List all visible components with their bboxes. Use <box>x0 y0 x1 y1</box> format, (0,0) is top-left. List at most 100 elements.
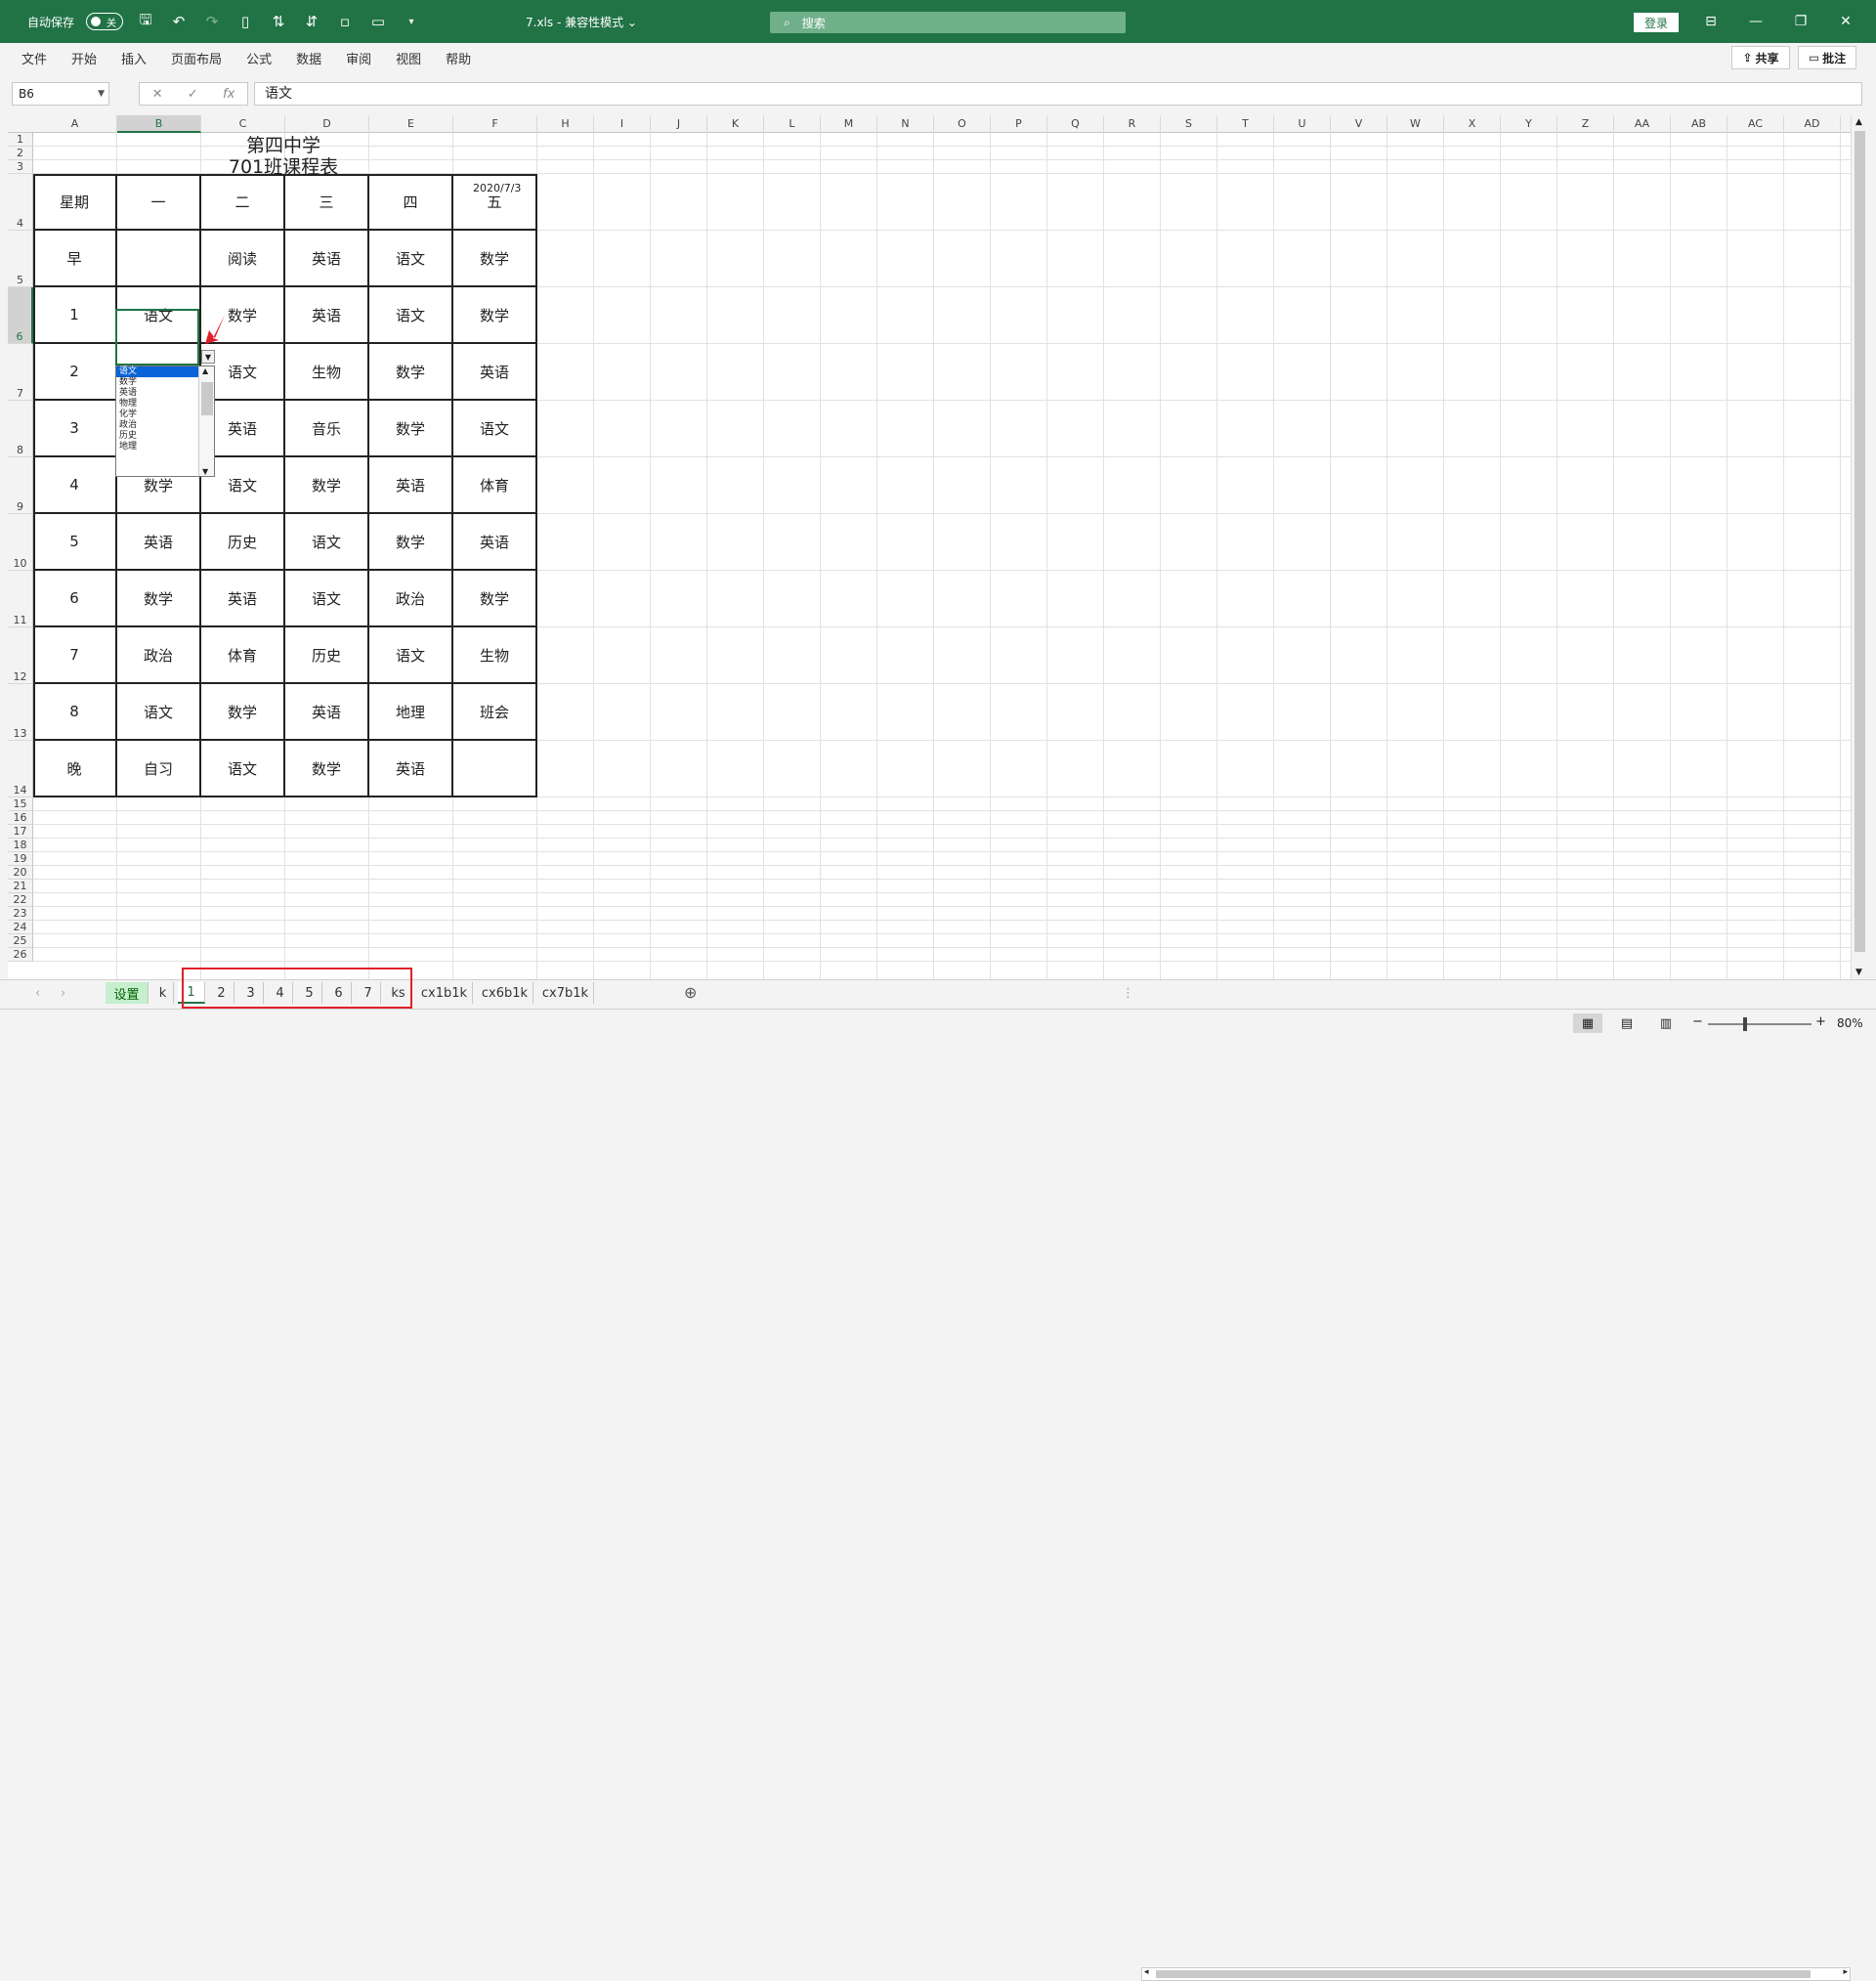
row-header[interactable]: 14 <box>8 741 33 797</box>
row-header[interactable]: 10 <box>8 514 33 571</box>
menu-review[interactable]: 审阅 <box>346 49 371 67</box>
column-header[interactable]: AB <box>1671 115 1727 133</box>
zoom-slider[interactable] <box>1708 1023 1812 1025</box>
row-header[interactable]: 24 <box>8 921 33 934</box>
row-header[interactable]: 17 <box>8 825 33 839</box>
column-header[interactable]: L <box>764 115 821 133</box>
timetable-cell[interactable]: 语文 <box>369 287 453 344</box>
ribbon-display-icon[interactable]: ⊟ <box>1688 0 1733 43</box>
row-header[interactable]: 18 <box>8 839 33 852</box>
next-sheet-icon[interactable]: › <box>61 986 65 1001</box>
restore-icon[interactable]: ❐ <box>1778 0 1823 43</box>
timetable-cell[interactable]: 体育 <box>453 457 537 514</box>
timetable-cell[interactable]: 班会 <box>453 684 537 741</box>
timetable-cell[interactable]: 数学 <box>369 401 453 457</box>
timetable-header-cell[interactable]: 一 <box>117 174 201 231</box>
column-header[interactable]: T <box>1217 115 1274 133</box>
timetable-cell[interactable]: 英语 <box>285 287 369 344</box>
row-header[interactable]: 1 <box>8 133 33 147</box>
timetable-cell[interactable]: 语文 <box>117 684 201 741</box>
sheet-tab[interactable]: 设置 <box>106 982 149 1004</box>
horizontal-scroll-thumb[interactable] <box>1156 1970 1811 1978</box>
row-header[interactable]: 7 <box>8 344 33 401</box>
row-header[interactable]: 22 <box>8 893 33 907</box>
timetable-cell[interactable]: 5 <box>33 514 117 571</box>
timetable-cell[interactable] <box>453 741 537 797</box>
timetable-header-cell[interactable]: 二 <box>201 174 285 231</box>
scroll-thumb[interactable] <box>201 382 213 415</box>
row-header[interactable]: 23 <box>8 907 33 921</box>
timetable-cell[interactable]: 数学 <box>453 287 537 344</box>
cancel-icon[interactable]: ✕ <box>152 87 163 102</box>
print-preview-icon[interactable]: ▯ <box>234 11 256 32</box>
sheet-tab[interactable]: cx6b1k <box>477 982 533 1004</box>
timetable-header-cell[interactable]: 五 <box>453 174 537 231</box>
menu-view[interactable]: 视图 <box>396 49 421 67</box>
timetable-cell[interactable]: 语文 <box>285 514 369 571</box>
timetable-cell[interactable]: 语文 <box>369 627 453 684</box>
column-header[interactable]: O <box>934 115 991 133</box>
timetable-cell[interactable]: 数学 <box>369 514 453 571</box>
row-header[interactable]: 26 <box>8 948 33 962</box>
timetable-cell[interactable]: 2 <box>33 344 117 401</box>
column-header[interactable]: X <box>1444 115 1501 133</box>
timetable-cell[interactable]: 音乐 <box>285 401 369 457</box>
row-header[interactable]: 5 <box>8 231 33 287</box>
scroll-up-icon[interactable]: ▲ <box>1855 117 1862 127</box>
sort-descending-icon[interactable]: ⇵ <box>301 11 322 32</box>
scroll-down-icon[interactable]: ▼ <box>1855 968 1862 977</box>
timetable-cell[interactable]: 英语 <box>201 571 285 627</box>
page-break-view-icon[interactable]: ▥ <box>1651 1013 1681 1033</box>
vertical-scrollbar[interactable]: ▲ ▼ <box>1851 115 1868 979</box>
timetable-cell[interactable]: 英语 <box>369 741 453 797</box>
zoom-out-icon[interactable]: − <box>1692 1014 1703 1029</box>
timetable-cell[interactable]: 英语 <box>117 514 201 571</box>
name-box[interactable]: B6 ▼ <box>12 82 109 106</box>
timetable-cell[interactable]: 数学 <box>201 684 285 741</box>
sheet-tab[interactable]: cx7b1k <box>537 982 594 1004</box>
menu-insert[interactable]: 插入 <box>121 49 147 67</box>
timetable-cell[interactable]: 语文 <box>453 401 537 457</box>
timetable-cell[interactable]: 语文 <box>201 741 285 797</box>
normal-view-icon[interactable]: ▦ <box>1573 1013 1602 1033</box>
menu-home[interactable]: 开始 <box>71 49 97 67</box>
horizontal-scrollbar[interactable]: ◂ ▸ <box>1141 1967 1851 1981</box>
row-header[interactable]: 4 <box>8 174 33 231</box>
customize-toolbar-icon[interactable]: ▾ <box>401 11 422 32</box>
redo-icon[interactable]: ↷ <box>201 11 223 32</box>
timetable-cell[interactable]: 语文 <box>285 571 369 627</box>
new-file-icon[interactable]: ▫ <box>334 11 356 32</box>
column-header[interactable]: K <box>707 115 764 133</box>
column-header[interactable]: R <box>1104 115 1161 133</box>
row-header[interactable]: 13 <box>8 684 33 741</box>
timetable-cell[interactable]: 数学 <box>285 741 369 797</box>
sort-ascending-icon[interactable]: ⇅ <box>268 11 289 32</box>
timetable-cell[interactable]: 地理 <box>369 684 453 741</box>
timetable-header-cell[interactable]: 四 <box>369 174 453 231</box>
timetable-cell[interactable]: 体育 <box>201 627 285 684</box>
timetable-cell[interactable]: 6 <box>33 571 117 627</box>
timetable-cell[interactable]: 数学 <box>369 344 453 401</box>
zoom-level[interactable]: 80% <box>1837 1016 1863 1030</box>
column-header[interactable]: U <box>1274 115 1331 133</box>
row-header[interactable]: 16 <box>8 811 33 825</box>
row-header[interactable]: 15 <box>8 797 33 811</box>
row-header[interactable]: 12 <box>8 627 33 684</box>
column-header[interactable]: J <box>651 115 707 133</box>
timetable-cell[interactable]: 数学 <box>285 457 369 514</box>
formula-input[interactable]: 语文 <box>254 82 1862 106</box>
timetable-cell[interactable]: 英语 <box>285 684 369 741</box>
share-button[interactable]: ⇪ 共享 <box>1731 46 1790 69</box>
prev-sheet-icon[interactable]: ‹ <box>35 986 40 1001</box>
column-header[interactable]: Z <box>1557 115 1614 133</box>
timetable-cell[interactable]: 生物 <box>285 344 369 401</box>
row-header[interactable]: 20 <box>8 866 33 880</box>
column-header[interactable]: W <box>1387 115 1444 133</box>
column-header[interactable]: AA <box>1614 115 1671 133</box>
timetable-cell[interactable]: 英语 <box>453 344 537 401</box>
menu-data[interactable]: 数据 <box>296 49 321 67</box>
timetable-cell[interactable]: 数学 <box>117 571 201 627</box>
menu-file[interactable]: 文件 <box>21 49 47 67</box>
zoom-slider-thumb[interactable] <box>1743 1017 1747 1031</box>
timetable-cell[interactable]: 7 <box>33 627 117 684</box>
